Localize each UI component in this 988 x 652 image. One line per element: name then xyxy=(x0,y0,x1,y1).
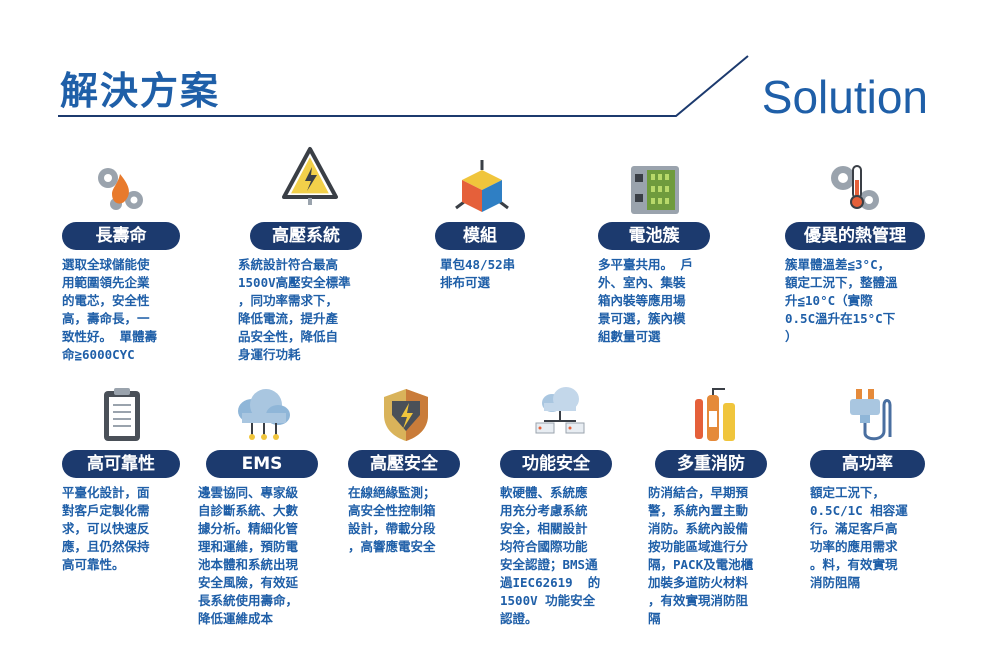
feature-desc-high-voltage-system: 系統設計符合最高 1500V高壓安全標準 ，同功率需求下， 降低電流，提升產 品… xyxy=(238,257,351,362)
feature-desc-thermal-management: 簇單體溫差≦3°C， 額定工況下，整體溫 升≦10°C（實際 0.5C溫升在15… xyxy=(785,257,898,344)
feature-title-high-voltage-safety: 高壓安全 xyxy=(348,450,460,478)
feature-title-high-voltage-system: 高壓系統 xyxy=(250,222,362,250)
feature-desc-high-voltage-safety: 在線絕緣監測； 高安全性控制箱 設計，帶載分段 ，高響應電安全 xyxy=(348,485,436,554)
feature-desc-high-reliability: 平臺化設計，面 對客戶定製化需 求，可以快速反 應，且仍然保持 高可靠性。 xyxy=(62,485,150,572)
feature-desc-long-life: 選取全球儲能使 用範圍領先企業 的電芯，安全性 高，壽命長，一 致性好。 單體壽… xyxy=(62,257,158,362)
feature-title-battery-cluster: 電池簇 xyxy=(598,222,710,250)
feature-desc-ems: 邊雲協同、專家級 自診斷系統、大數 據分析。精細化管 理和運維，預防電 池本體和… xyxy=(198,485,299,626)
feature-title-ems: EMS xyxy=(206,450,318,478)
feature-title-high-power: 高功率 xyxy=(810,450,925,478)
title-underline xyxy=(58,55,749,117)
feature-title-functional-safety: 功能安全 xyxy=(500,450,612,478)
feature-desc-module: 單包48/52串 排布可選 xyxy=(440,257,516,290)
clipboard-icon xyxy=(104,388,140,441)
feature-title-module: 模組 xyxy=(435,222,525,250)
feature-title-thermal-management: 優異的熱管理 xyxy=(785,222,925,250)
power-plug-icon xyxy=(850,389,892,441)
feature-desc-multi-fire-protection: 防消結合，早期預 警，系統內置主動 消防。系統內設備 按功能區域進行分 隔，PA… xyxy=(648,485,754,626)
battery-cluster-icon xyxy=(631,166,679,214)
feature-title-multi-fire-protection: 多重消防 xyxy=(655,450,767,478)
gears-thermometer-icon xyxy=(831,165,879,210)
cube-module-icon xyxy=(455,160,509,212)
gears-flame-icon xyxy=(98,168,143,210)
feature-title-long-life: 長壽命 xyxy=(62,222,180,250)
feature-desc-functional-safety: 軟硬體、系統應 用充分考慮系統 安全，相關設計 均符合國際功能 安全認證；BMS… xyxy=(500,485,601,626)
fire-extinguisher-icon xyxy=(695,388,735,441)
high-voltage-warning-icon xyxy=(282,147,338,205)
cloud-server-icon xyxy=(535,387,585,434)
cloud-network-icon xyxy=(238,389,290,440)
feature-title-high-reliability: 高可靠性 xyxy=(62,450,180,478)
feature-desc-high-power: 額定工況下， 0.5C/1C 相容運 行。滿足客戶高 功率的應用需求 。料，有效… xyxy=(810,485,908,590)
feature-desc-battery-cluster: 多平臺共用。 戶 外、室內、集裝 箱內裝等應用場 景可選，簇內模 組數量可選 xyxy=(598,257,694,344)
shield-bolt-icon xyxy=(384,389,428,441)
